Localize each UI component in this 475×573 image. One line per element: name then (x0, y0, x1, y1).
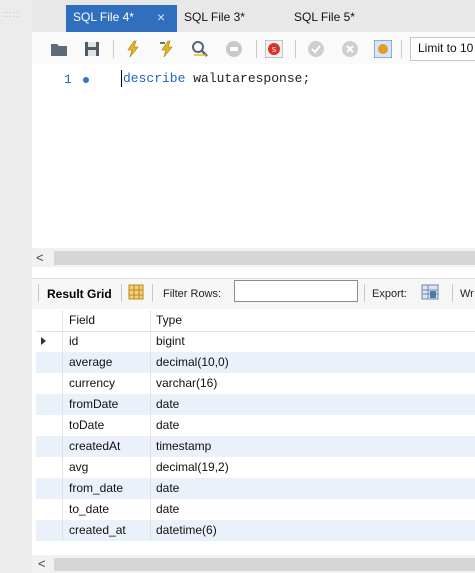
cell-field: from_date (69, 481, 124, 495)
cell-type: datetime(6) (156, 523, 217, 537)
commit-icon[interactable] (307, 40, 325, 58)
limit-rows-label: Limit to 10 (418, 41, 474, 55)
save-icon[interactable] (83, 40, 101, 58)
toolbar-separator (121, 284, 122, 302)
toolbar-separator (152, 284, 153, 302)
cell-field: toDate (69, 418, 105, 432)
column-header-field[interactable]: Field (69, 313, 95, 327)
toolbar-separator (364, 284, 365, 302)
toolbar-separator (452, 284, 453, 302)
statement-marker-icon (83, 77, 89, 83)
table-row[interactable]: currency varchar(16) (36, 373, 475, 394)
tab-sql-file-5[interactable]: SQL File 5* (294, 5, 355, 32)
cell-type: date (156, 502, 180, 516)
drag-handle-icon[interactable]: ::::: (2, 9, 20, 19)
cell-type: timestamp (156, 439, 212, 453)
scrollbar-thumb[interactable] (54, 558, 475, 571)
sql-text: walutaresponse; (185, 71, 311, 86)
cell-type: date (156, 397, 180, 411)
sql-keyword: describe (123, 71, 186, 86)
column-divider (150, 310, 151, 541)
explain-icon[interactable] (191, 40, 209, 58)
column-header-type[interactable]: Type (156, 313, 182, 327)
export-label: Export: (372, 288, 407, 300)
cell-field: avg (69, 460, 89, 474)
cell-field: id (69, 334, 79, 348)
autocommit-icon[interactable] (374, 40, 392, 58)
scrollbar-thumb[interactable] (54, 251, 475, 265)
cell-field: currency (69, 376, 116, 390)
table-row[interactable]: average decimal(10,0) (36, 352, 475, 373)
cell-field: fromDate (69, 397, 119, 411)
tab-bar: SQL File 4* × SQL File 3* SQL File 5* (32, 0, 475, 32)
tab-sql-file-3[interactable]: SQL File 3* (184, 5, 245, 32)
export-icon[interactable] (421, 283, 439, 301)
filter-rows-input[interactable] (234, 280, 358, 302)
cell-field: createdAt (69, 439, 121, 453)
toolbar-separator (38, 284, 39, 302)
cell-field: to_date (69, 502, 110, 516)
grid-layout-icon[interactable] (128, 284, 144, 300)
tab-label: SQL File 5* (294, 10, 355, 24)
execute-icon[interactable] (124, 40, 142, 58)
left-gutter (0, 0, 32, 573)
toolbar-separator (295, 40, 296, 58)
sql-editor[interactable] (32, 64, 475, 248)
close-icon[interactable]: × (157, 5, 165, 30)
current-row-indicator-icon (41, 337, 46, 345)
column-divider (62, 310, 63, 541)
table-header: Field Type (36, 310, 475, 332)
cell-type: decimal(10,0) (156, 355, 229, 369)
table-row[interactable]: createdAt timestamp (36, 436, 475, 457)
toolbar-separator (401, 40, 402, 58)
table-row[interactable]: fromDate date (36, 394, 475, 415)
table-row[interactable]: avg decimal(19,2) (36, 457, 475, 478)
toolbar-separator (256, 40, 257, 58)
scroll-left-icon[interactable]: < (36, 250, 44, 265)
result-grid-tab[interactable]: Result Grid (47, 287, 112, 301)
table-row[interactable]: created_at datetime(6) (36, 520, 475, 541)
scroll-left-icon[interactable]: < (38, 556, 46, 571)
cell-type: decimal(19,2) (156, 460, 229, 474)
open-folder-icon[interactable] (50, 40, 68, 58)
toolbar-separator (113, 40, 114, 58)
toggle-error-icon[interactable]: S (265, 40, 283, 58)
tab-label: SQL File 4* (73, 10, 134, 24)
line-number: 1 (64, 72, 72, 87)
filter-rows-label: Filter Rows: (163, 288, 222, 300)
table-row[interactable]: from_date date (36, 478, 475, 499)
table-row[interactable]: id bigint (36, 331, 475, 352)
tab-label: SQL File 3* (184, 10, 245, 24)
execute-current-icon[interactable] (158, 40, 176, 58)
wrap-cell-label[interactable]: Wr (460, 288, 474, 300)
text-caret (121, 70, 122, 87)
cell-type: varchar(16) (156, 376, 218, 390)
stop-icon[interactable] (225, 40, 243, 58)
sql-statement[interactable]: describe walutaresponse; (123, 71, 310, 86)
svg-text:S: S (272, 46, 277, 54)
cell-field: average (69, 355, 113, 369)
cell-type: date (156, 481, 180, 495)
cell-type: bigint (156, 334, 185, 348)
tab-sql-file-4[interactable]: SQL File 4* × (66, 5, 177, 32)
rollback-icon[interactable] (341, 40, 359, 58)
table-row[interactable]: to_date date (36, 499, 475, 520)
cell-type: date (156, 418, 180, 432)
table-row[interactable]: toDate date (36, 415, 475, 436)
cell-field: created_at (69, 523, 126, 537)
